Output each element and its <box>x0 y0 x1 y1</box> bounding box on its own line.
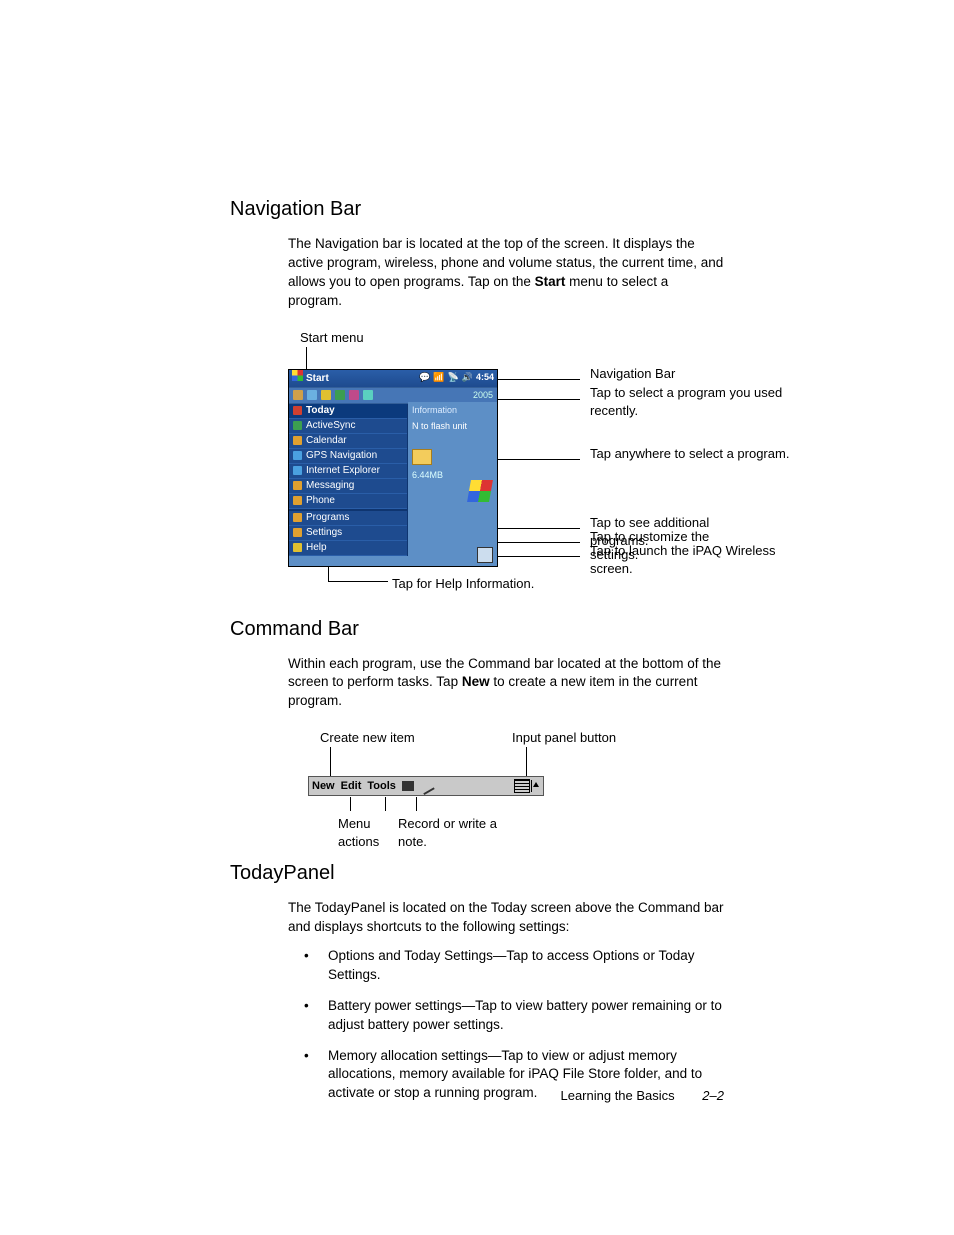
programs-icon <box>293 513 302 522</box>
heading-todaypanel: TodayPanel <box>230 859 724 887</box>
heading-navigation-bar: Navigation Bar <box>230 195 724 223</box>
menu-item-programs: Programs <box>289 511 407 526</box>
pda-start-menu: Today ActiveSync Calendar GPS Navigation… <box>289 404 408 556</box>
today-icon <box>293 406 302 415</box>
menu-item-gps: GPS Navigation <box>289 449 407 464</box>
leader-line <box>306 347 307 369</box>
page-footer: Learning the Basics 2–2 <box>560 1087 724 1105</box>
mru-icon <box>349 390 359 400</box>
menu-item-messaging: Messaging <box>289 479 407 494</box>
chat-icon: 💬 <box>419 372 430 382</box>
phone-icon <box>293 496 302 505</box>
leader-line <box>416 797 417 811</box>
menu-label: Messaging <box>306 479 354 493</box>
activesync-icon <box>293 421 302 430</box>
menu-label: Today <box>306 404 335 418</box>
windows-flag-icon <box>292 370 303 381</box>
menu-label: Help <box>306 541 327 555</box>
pda-body: Information N to flash unit 6.44MB <box>408 402 497 566</box>
leader <box>328 567 329 581</box>
menu-item-calendar: Calendar <box>289 434 407 449</box>
info-text: Information <box>412 404 493 417</box>
mru-icon <box>307 390 317 400</box>
mru-icon <box>335 390 345 400</box>
mru-icon <box>293 390 303 400</box>
todaypanel-bullets: Options and Today Settings—Tap to access… <box>288 947 724 1103</box>
mru-icon <box>363 390 373 400</box>
flash-text: N to flash unit <box>412 420 493 433</box>
leader-line <box>385 797 386 811</box>
ie-icon <box>293 466 302 475</box>
start-button: Start <box>306 373 329 384</box>
menu-item-settings: Settings <box>289 526 407 541</box>
pen-icon <box>417 777 434 795</box>
leader <box>328 581 388 582</box>
keyboard-icon <box>514 779 530 793</box>
year-text: 2005 <box>473 389 493 402</box>
mru-icon <box>321 390 331 400</box>
cmd-new: New <box>312 779 335 794</box>
todaypanel-paragraph: The TodayPanel is located on the Today s… <box>288 899 724 937</box>
leader-line <box>330 747 331 777</box>
navbar-paragraph: The Navigation bar is located at the top… <box>288 235 724 311</box>
menu-item-phone: Phone <box>289 494 407 509</box>
gps-icon <box>293 451 302 460</box>
antenna-icon: 📡 <box>448 372 459 382</box>
callout-recent: Tap to select a program you used recentl… <box>590 384 810 420</box>
help-icon <box>293 543 302 552</box>
menu-label: Settings <box>306 526 342 540</box>
bullet-item: Battery power settings—Tap to view batte… <box>316 997 724 1035</box>
label-create-new: Create new item <box>320 729 415 747</box>
bullet-item: Options and Today Settings—Tap to access… <box>316 947 724 985</box>
menu-item-today: Today <box>289 404 407 419</box>
manual-page: Navigation Bar The Navigation bar is loc… <box>0 0 954 1235</box>
label-record-note: Record or write a note. <box>398 815 508 851</box>
cmd-edit: Edit <box>341 779 362 794</box>
messaging-icon <box>293 481 302 490</box>
pda-navbar: Start 💬📶 📡🔊4:54 <box>289 370 497 387</box>
menu-label: ActiveSync <box>306 419 355 433</box>
wireless-icon <box>477 547 493 563</box>
callout-help: Tap for Help Information. <box>392 575 534 593</box>
camera-icon <box>402 781 414 791</box>
status-icons: 💬📶 📡🔊4:54 <box>416 371 494 385</box>
leader-line <box>350 797 351 811</box>
label-input-panel: Input panel button <box>512 729 616 747</box>
label-start-menu: Start menu <box>300 329 364 347</box>
callout-anywhere: Tap anywhere to select a program. <box>590 445 830 463</box>
new-bold: New <box>462 674 490 689</box>
navbar-diagram: Start menu Start 💬📶 📡🔊4:54 2005 Today Act… <box>288 329 724 589</box>
footer-page: 2–2 <box>702 1088 724 1103</box>
calendar-icon <box>293 436 302 445</box>
signal-icon: 📶 <box>433 372 444 382</box>
menu-label: Phone <box>306 494 335 508</box>
settings-icon <box>293 528 302 537</box>
volume-icon: 🔊 <box>462 372 473 382</box>
clock-text: 4:54 <box>476 372 494 382</box>
cmdbar-paragraph: Within each program, use the Command bar… <box>288 655 724 712</box>
menu-label: Internet Explorer <box>306 464 380 478</box>
leader-line <box>526 747 527 777</box>
callout-navbar: Navigation Bar <box>590 365 675 383</box>
menu-label: GPS Navigation <box>306 449 377 463</box>
up-arrow-icon <box>531 780 540 792</box>
menu-item-ie: Internet Explorer <box>289 464 407 479</box>
cmdbar-diagram: Create new item Input panel button New E… <box>288 729 724 859</box>
menu-label: Calendar <box>306 434 347 448</box>
start-bold: Start <box>535 274 566 289</box>
callout-wireless: Tap to launch the iPAQ Wireless screen. <box>590 542 810 578</box>
cmd-tools: Tools <box>367 779 396 794</box>
folder-icon <box>412 449 432 465</box>
menu-item-activesync: ActiveSync <box>289 419 407 434</box>
heading-command-bar: Command Bar <box>230 615 724 643</box>
pda-screenshot: Start 💬📶 📡🔊4:54 2005 Today ActiveSync Cal… <box>288 369 498 567</box>
menu-label: Programs <box>306 511 349 525</box>
footer-chapter: Learning the Basics <box>560 1088 674 1103</box>
command-bar: New Edit Tools <box>308 776 544 796</box>
windows-logo-icon <box>467 480 493 502</box>
menu-item-help: Help <box>289 541 407 556</box>
label-menu-actions: Menu actions <box>338 815 398 851</box>
